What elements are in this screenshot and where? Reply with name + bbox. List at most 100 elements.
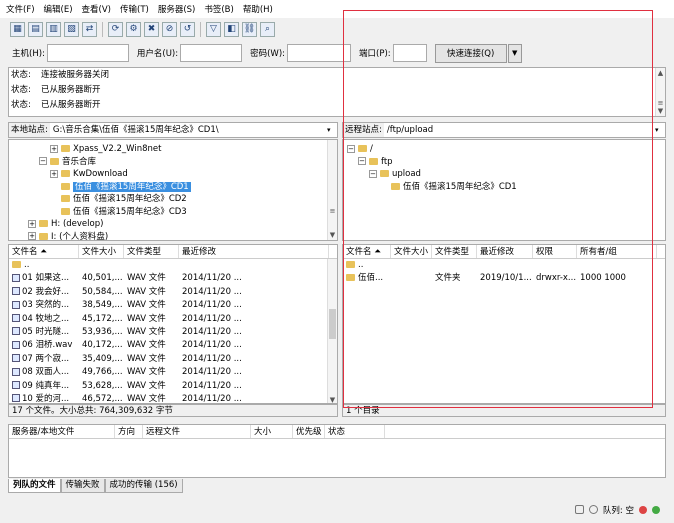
table-row[interactable]: 05 时光隧... 53,936,... WAV 文件 2014/11/20 ... — [9, 326, 337, 339]
host-input[interactable] — [46, 44, 129, 62]
tree-node[interactable]: 伍佰《摇滚15周年纪念》CD3 — [9, 206, 337, 219]
port-input[interactable] — [392, 44, 427, 62]
table-row[interactable]: 伍佰... 文件夹 2019/10/1... drwxr-x... 1000 1000 — [343, 272, 665, 285]
refresh-icon[interactable]: ⟳ — [108, 21, 123, 37]
column-header[interactable]: 优先级 — [293, 425, 325, 438]
column-header[interactable]: 权限 — [533, 245, 577, 258]
remote-site-path[interactable]: /ftp/upload — [384, 123, 655, 137]
expand-toggle-icon[interactable]: − — [358, 157, 366, 165]
column-header[interactable]: 文件大小 — [391, 245, 432, 258]
search-icon[interactable]: ⌕ — [260, 21, 275, 37]
table-row[interactable]: 02 我会好... 50,584,... WAV 文件 2014/11/20 ... — [9, 286, 337, 299]
menu-item[interactable]: 编辑(E) — [44, 3, 73, 15]
table-cell: WAV 文件 — [124, 393, 179, 403]
quickconnect-button[interactable]: 快速连接(Q) — [434, 43, 507, 63]
quickconnect-history-dropdown[interactable]: ▼ — [507, 43, 522, 63]
menu-item[interactable]: 查看(V) — [82, 3, 111, 15]
expand-toggle-icon[interactable]: − — [347, 144, 355, 153]
tree-node[interactable]: 伍佰《摇滚15周年纪念》CD2 — [9, 193, 337, 206]
column-header[interactable]: 文件名 ⏶ — [9, 245, 79, 258]
scroll-down-icon[interactable]: ▼ — [328, 230, 337, 240]
log-toggle-icon[interactable]: ▤ — [28, 21, 43, 37]
table-row[interactable]: 06 泪桥.wav 40,172,... WAV 文件 2014/11/20 ... — [9, 339, 337, 352]
menu-item[interactable]: 服务器(S) — [158, 3, 196, 15]
tree-node[interactable]: − upload — [343, 168, 665, 181]
scroll-grip-icon[interactable]: ≡ — [328, 206, 337, 216]
column-header[interactable]: 远程文件 — [143, 425, 251, 438]
remote-site-dropdown-icon[interactable]: ▾ — [655, 126, 665, 134]
tree-node[interactable]: 伍佰《摇滚15周年纪念》CD1 — [343, 181, 665, 194]
queue-tab[interactable]: 列队的文件 — [8, 479, 61, 493]
table-row[interactable]: .. — [9, 259, 337, 272]
column-header[interactable]: 方向 — [115, 425, 143, 438]
column-header[interactable]: 最近修改 — [179, 245, 329, 258]
disconnect-icon[interactable]: ⊘ — [162, 21, 177, 37]
local-site-dropdown-icon[interactable]: ▾ — [327, 126, 337, 134]
menu-item[interactable]: 书签(B) — [204, 3, 233, 15]
site-manager-icon[interactable]: ▦ — [10, 21, 25, 37]
table-row[interactable]: 07 两个寂... 35,409,... WAV 文件 2014/11/20 ... — [9, 353, 337, 366]
pass-input[interactable] — [287, 44, 352, 62]
cancel-icon[interactable]: ✖ — [144, 21, 159, 37]
local-tree-icon[interactable]: ▥ — [46, 21, 61, 37]
expand-toggle-icon[interactable]: + — [28, 219, 36, 228]
scroll-thumb[interactable] — [329, 309, 336, 339]
queue-status: 队列: 空 — [602, 505, 634, 516]
log-scrollbar[interactable]: ▲ ≡ ▼ — [655, 68, 665, 116]
column-header[interactable]: 文件类型 — [124, 245, 179, 258]
table-row[interactable]: 09 纯真年... 53,628,... WAV 文件 2014/11/20 ... — [9, 380, 337, 393]
expand-toggle-icon[interactable]: + — [50, 144, 58, 153]
menu-item[interactable]: 文件(F) — [6, 3, 35, 15]
menu-item[interactable]: 传输(T) — [120, 3, 149, 15]
filter-icon[interactable]: ▽ — [206, 21, 221, 37]
scroll-up-icon[interactable]: ▲ — [656, 68, 665, 78]
remote-tree-icon[interactable]: ▧ — [64, 21, 79, 37]
speed-limit-icon[interactable] — [588, 505, 598, 514]
expand-toggle-icon[interactable]: + — [50, 169, 58, 178]
scroll-down-icon[interactable]: ▼ — [656, 106, 665, 116]
sync-browse-icon[interactable]: ⛓ — [242, 21, 257, 37]
tree-node[interactable]: − 音乐合库 — [9, 156, 337, 169]
tree-node[interactable]: 伍佰《摇滚15周年纪念》CD1 — [9, 181, 337, 194]
queue-tab[interactable]: 传输失败 — [60, 479, 105, 493]
column-header[interactable]: 文件类型 — [432, 245, 477, 258]
tree-node[interactable]: − / — [343, 143, 665, 156]
tree-node[interactable]: + KwDownload — [9, 168, 337, 181]
table-cell — [124, 259, 179, 272]
table-row[interactable]: 04 牧地之... 45,172,... WAV 文件 2014/11/20 ... — [9, 313, 337, 326]
expand-toggle-icon[interactable]: + — [28, 232, 36, 240]
local-tree-scrollbar[interactable]: ≡ ▼ — [327, 140, 337, 240]
cell-text: 09 纯真年... — [22, 380, 70, 391]
expand-toggle-icon[interactable]: − — [39, 157, 47, 165]
queue-icon[interactable]: ⇄ — [82, 21, 97, 37]
user-input[interactable] — [180, 44, 243, 62]
table-cell: 2014/11/20 ... — [179, 326, 329, 339]
reconnect-icon[interactable]: ↺ — [180, 21, 195, 37]
table-row[interactable]: .. — [343, 259, 665, 272]
column-header[interactable]: 最近修改 — [477, 245, 533, 258]
table-cell: 08 双面人... — [9, 366, 79, 379]
menu-item[interactable]: 帮助(H) — [243, 3, 273, 15]
tree-node[interactable]: + H: (develop) — [9, 218, 337, 231]
column-header[interactable]: 文件大小 — [79, 245, 124, 258]
column-header[interactable]: 所有者/组 — [577, 245, 657, 258]
column-header[interactable]: 服务器/本地文件 — [9, 425, 115, 438]
scroll-down-icon[interactable]: ▼ — [328, 395, 337, 403]
table-row[interactable]: 08 双面人... 49,766,... WAV 文件 2014/11/20 ... — [9, 366, 337, 379]
column-header[interactable]: 文件名 ⏶ — [343, 245, 391, 258]
process-queue-icon[interactable]: ⚙ — [126, 21, 141, 37]
compare-icon[interactable]: ◧ — [224, 21, 239, 37]
table-row[interactable]: 10 爱的河... 46,572,... WAV 文件 2014/11/20 ... — [9, 393, 337, 403]
tree-node[interactable]: + Xpass_V2.2_Win8net — [9, 143, 337, 156]
cell-text: WAV 文件 — [127, 367, 166, 378]
column-header[interactable]: 状态 — [325, 425, 385, 438]
tree-node[interactable]: + I: (个人资料盘) — [9, 231, 337, 240]
local-list-scrollbar[interactable]: ▼ — [327, 259, 337, 403]
queue-tab[interactable]: 成功的传输 (156) — [104, 479, 183, 493]
tree-node[interactable]: − ftp — [343, 156, 665, 169]
table-row[interactable]: 01 如果这... 40,501,... WAV 文件 2014/11/20 ... — [9, 272, 337, 285]
table-row[interactable]: 03 突然的... 38,549,... WAV 文件 2014/11/20 ... — [9, 299, 337, 312]
expand-toggle-icon[interactable]: − — [369, 169, 377, 178]
column-header[interactable]: 大小 — [251, 425, 293, 438]
local-site-path[interactable]: G:\音乐合集\伍佰《摇滚15周年纪念》CD1\ — [50, 123, 327, 137]
